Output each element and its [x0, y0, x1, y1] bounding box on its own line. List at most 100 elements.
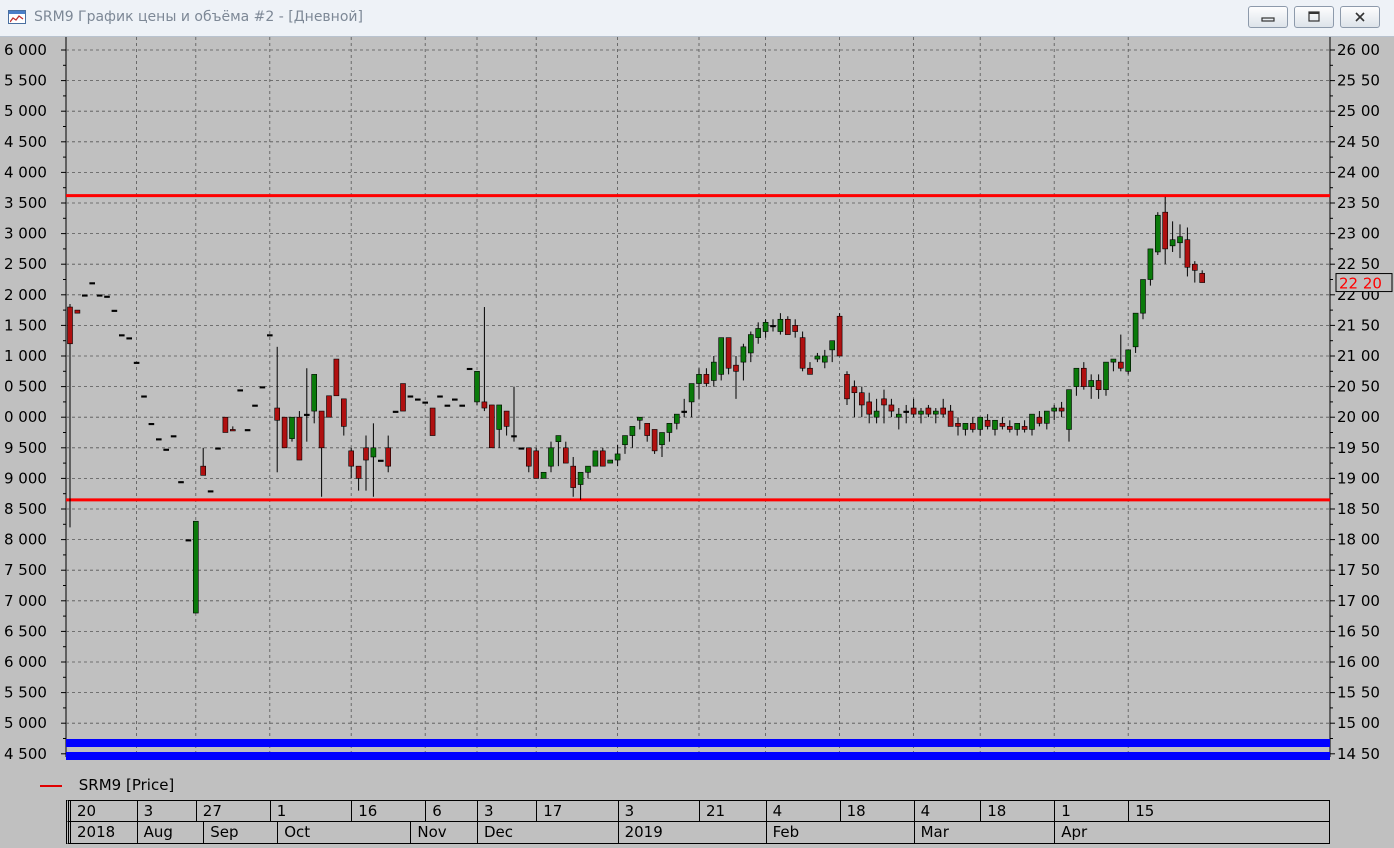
candle-body [348, 450, 355, 467]
last-price-label: 22 20 [1339, 275, 1382, 293]
candle-body [296, 416, 303, 461]
volume-band-top [66, 739, 1330, 747]
candle-body [747, 334, 754, 354]
candle-body [104, 295, 110, 298]
date-axis-month-label: 2018 [70, 822, 115, 843]
candle-body [1184, 239, 1191, 268]
candle-body [318, 410, 325, 449]
candle-body [681, 410, 688, 413]
candle-body [363, 447, 369, 461]
chart-window-icon [8, 10, 26, 24]
candle-body [784, 318, 791, 335]
candle-body [925, 407, 932, 415]
candle-body [755, 328, 762, 338]
candle-body [230, 429, 236, 432]
candle-body [562, 447, 569, 464]
right-tick-label: 21 50 [1337, 316, 1380, 334]
candle-body [1058, 407, 1065, 412]
legend-label: SRM9 [Price] [78, 776, 175, 794]
price-chart[interactable]: 6 000 26 00 5 500 25 50 5 000 25 00 4 500 24 50… [0, 37, 1394, 775]
candle-body [866, 401, 873, 415]
candle-body [718, 337, 725, 375]
left-tick-label: 2 500 [4, 255, 47, 273]
right-tick-label: 20 00 [1337, 408, 1380, 426]
minimize-button[interactable] [1248, 6, 1288, 28]
candle-body [955, 423, 961, 427]
candle-body [984, 419, 991, 427]
candle-body [141, 395, 147, 398]
candle-body [1192, 263, 1198, 271]
right-tick-label: 19 00 [1337, 469, 1380, 487]
candle-body [237, 389, 243, 392]
candle-body [792, 325, 799, 332]
candle-body [814, 355, 821, 360]
candle-body [821, 355, 828, 363]
window-titlebar[interactable]: SRM9 График цены и объёма #2 - [Дневной] [0, 0, 1394, 37]
candle-body [193, 520, 199, 614]
left-tick-label: 5 000 [4, 714, 47, 732]
candle-body [1162, 211, 1168, 250]
right-tick-label: 23 50 [1337, 194, 1380, 212]
candle-body [1177, 236, 1183, 244]
right-tick-label: 17 00 [1337, 592, 1380, 610]
date-axis-day-label: 17 [536, 801, 562, 821]
maximize-button[interactable] [1294, 6, 1334, 28]
right-tick-label: 16 50 [1337, 622, 1380, 640]
candle-body [858, 392, 865, 406]
candle-body [370, 447, 377, 458]
left-tick-label: 4 000 [4, 163, 47, 181]
right-tick-label: 18 00 [1337, 531, 1380, 549]
candle-body [1006, 426, 1013, 430]
left-tick-label: 6 000 [4, 653, 47, 671]
date-axis-month-label: Oct [277, 822, 310, 843]
candle-body [355, 465, 362, 479]
candle-body [451, 398, 458, 401]
candle-body [1014, 423, 1021, 430]
candle-body [555, 435, 562, 442]
close-button[interactable] [1340, 6, 1380, 28]
candle-body [444, 404, 451, 407]
right-tick-label: 25 00 [1337, 102, 1380, 120]
candle-body [303, 413, 310, 416]
candle-body [200, 465, 206, 476]
date-axis-month-label: Aug [136, 822, 173, 843]
candle-body [1051, 407, 1057, 412]
right-tick-label: 15 50 [1337, 684, 1380, 702]
candle-body [1118, 361, 1124, 369]
left-tick-label: 5 500 [4, 684, 47, 702]
left-tick-label: 4 500 [4, 133, 47, 151]
candle-body [673, 413, 680, 424]
date-axis-day-label: 4 [765, 801, 782, 821]
candle-body [252, 404, 258, 407]
date-axis-day-label: 18 [839, 801, 866, 821]
candle-body [178, 481, 184, 484]
left-tick-label: 6 500 [4, 622, 47, 640]
candle-body [969, 423, 976, 430]
date-axis-day-label: 18 [980, 801, 1006, 821]
candle-body [770, 325, 776, 328]
candle-body [1036, 416, 1043, 424]
candle-body [725, 337, 732, 369]
candle-body [710, 361, 717, 381]
candle-body [688, 383, 695, 403]
candle-body [392, 410, 399, 413]
candle-body [222, 416, 229, 433]
candle-body [585, 465, 591, 473]
left-tick-label: 0 500 [4, 378, 47, 396]
candle-body [67, 306, 73, 345]
left-tick-label: 8 000 [4, 531, 47, 549]
left-tick-label: 5 000 [4, 102, 47, 120]
window-title: SRM9 График цены и объёма #2 - [Дневной] [34, 9, 363, 25]
date-axis-day-label: 3 [617, 801, 634, 821]
candle-body [326, 395, 332, 418]
left-tick-label: 9 000 [4, 469, 47, 487]
candle-body [807, 367, 813, 375]
candle-body [215, 447, 221, 450]
right-tick-label: 26 00 [1337, 41, 1380, 59]
candle-body [429, 407, 436, 436]
candle-body [1125, 349, 1131, 372]
candle-body [666, 423, 673, 433]
right-tick-label: 18 50 [1337, 500, 1380, 518]
candle-body [932, 410, 939, 415]
left-tick-label: 1 000 [4, 347, 47, 365]
